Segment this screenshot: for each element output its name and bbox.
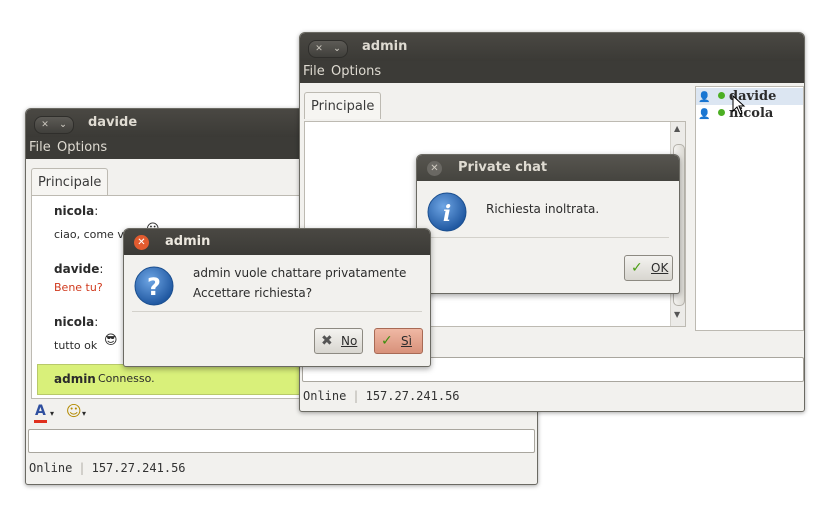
dropdown-arrow-icon: ▾ bbox=[82, 409, 87, 418]
svg-text:i: i bbox=[443, 201, 451, 227]
message-sender: davide: bbox=[54, 262, 104, 276]
dropdown-arrow-icon: ▾ bbox=[50, 409, 55, 418]
message-input[interactable] bbox=[28, 429, 535, 453]
message-text: tutto ok bbox=[54, 339, 98, 352]
tab-principale[interactable]: Principale bbox=[304, 92, 382, 119]
admin-titlebar: ✕ ⌄ admin bbox=[300, 33, 804, 61]
dialog-separator bbox=[427, 237, 669, 238]
status-bar: Online | 157.27.241.56 bbox=[303, 389, 460, 403]
status-label: Online bbox=[29, 461, 73, 475]
font-color-icon: A bbox=[35, 403, 46, 419]
message-sender: nicola: bbox=[54, 204, 99, 218]
yes-button[interactable]: ✓ Sì bbox=[374, 328, 423, 354]
dialog-message-line1: admin vuole chattare privatamente bbox=[193, 266, 407, 280]
checkmark-icon: ✓ bbox=[631, 260, 643, 276]
status-bar: Online | 157.27.241.56 bbox=[29, 461, 186, 475]
emoticon-button[interactable]: ☺ ▾ bbox=[66, 402, 92, 423]
dialog-titlebar: ✕ Private chat bbox=[417, 155, 679, 181]
private-chat-dialog: ✕ Private chat i Richiesta inoltrata. ✓ … bbox=[416, 154, 680, 294]
cancel-x-icon: ✖ bbox=[321, 333, 333, 349]
question-icon: ? bbox=[134, 266, 174, 306]
notice-sender: admin bbox=[54, 372, 96, 386]
message-text: Bene tu? bbox=[54, 281, 103, 294]
status-label: Online bbox=[303, 389, 347, 403]
mouse-pointer-icon bbox=[732, 95, 746, 115]
tab-principale[interactable]: Principale bbox=[31, 168, 109, 195]
menu-file[interactable]: File bbox=[29, 140, 51, 155]
dialog-title: admin bbox=[165, 234, 211, 249]
admin-window-controls: ✕ ⌄ bbox=[308, 40, 348, 58]
status-ip: 157.27.241.56 bbox=[91, 461, 186, 475]
info-icon: i bbox=[427, 192, 467, 232]
close-icon[interactable]: ✕ bbox=[427, 161, 442, 176]
user-list: 👤 davide 👤 nicola bbox=[695, 86, 804, 331]
menu-options[interactable]: Options bbox=[57, 140, 107, 155]
no-button[interactable]: ✖ No bbox=[314, 328, 363, 354]
minimize-icon[interactable]: ⌄ bbox=[330, 42, 344, 56]
menu-file[interactable]: File bbox=[303, 64, 325, 79]
status-ip: 157.27.241.56 bbox=[365, 389, 460, 403]
smiley-icon: ☺ bbox=[66, 402, 82, 420]
checkmark-icon: ✓ bbox=[381, 333, 393, 349]
notice-text: Connesso. bbox=[98, 372, 155, 385]
close-icon[interactable]: ✕ bbox=[312, 42, 326, 56]
davide-window-controls: ✕ ⌄ bbox=[34, 116, 74, 134]
message-text: ciao, come v bbox=[54, 228, 124, 241]
dialog-message-line2: Accettare richiesta? bbox=[193, 286, 313, 300]
minimize-icon[interactable]: ⌄ bbox=[56, 118, 70, 132]
notice-bar: admin Connesso. bbox=[37, 364, 305, 395]
close-icon[interactable]: ✕ bbox=[134, 235, 149, 250]
text-color-button[interactable]: A ▾ bbox=[32, 403, 58, 423]
window-title: admin bbox=[362, 39, 408, 54]
person-icon: 👤 bbox=[698, 92, 711, 103]
ok-button[interactable]: ✓ OK bbox=[624, 255, 673, 281]
menu-options[interactable]: Options bbox=[331, 64, 381, 79]
scroll-up-icon[interactable]: ▲ bbox=[674, 124, 680, 133]
svg-text:?: ? bbox=[147, 273, 161, 301]
dialog-message: Richiesta inoltrata. bbox=[486, 202, 600, 216]
admin-request-dialog: ✕ admin ? admin vuole chattare privatame… bbox=[123, 228, 431, 367]
message-sender: nicola: bbox=[54, 315, 99, 329]
online-dot-icon bbox=[718, 109, 725, 116]
person-icon: 👤 bbox=[698, 109, 711, 120]
cool-emoticon-icon: 😎 bbox=[104, 333, 118, 348]
close-icon[interactable]: ✕ bbox=[38, 118, 52, 132]
window-title: davide bbox=[88, 115, 138, 130]
dialog-title: Private chat bbox=[458, 160, 548, 175]
scroll-down-icon[interactable]: ▼ bbox=[674, 310, 680, 319]
admin-menubar: File Options bbox=[300, 61, 804, 83]
online-dot-icon bbox=[718, 92, 725, 99]
dialog-titlebar: ✕ admin bbox=[124, 229, 430, 255]
dialog-separator bbox=[132, 311, 422, 312]
